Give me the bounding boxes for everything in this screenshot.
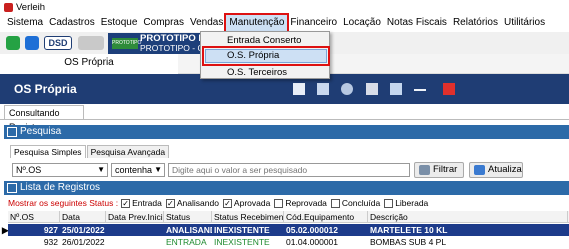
table-header: Nº.OS Data Data Prev.Inicio Status Statu…	[8, 211, 569, 223]
status-checkbox-concluida[interactable]: Concluída	[330, 198, 380, 208]
tab-pesquisa-avancada[interactable]: Pesquisa Avançada	[86, 145, 170, 158]
prototype-logo: PROTOTIPO	[112, 38, 141, 49]
cell-status: ENTRADA	[166, 237, 207, 247]
search-section-title: Pesquisa	[20, 126, 62, 137]
tab-pesquisa-simples[interactable]: Pesquisa Simples	[10, 145, 86, 158]
column-header-data[interactable]: Data	[60, 211, 106, 223]
menu-relatorios[interactable]: Relatórios	[450, 15, 501, 31]
status-checkbox-analisando[interactable]: ✓ Analisando	[165, 198, 219, 208]
column-header-status[interactable]: Status	[164, 211, 212, 223]
checkbox-icon	[330, 198, 340, 208]
menu-cadastros[interactable]: Cadastros	[46, 15, 98, 31]
status-checkbox-entrada[interactable]: ✓ Entrada	[121, 198, 162, 208]
filter-button-label: Filtrar	[433, 164, 458, 175]
chevron-down-icon: ▼	[154, 165, 162, 174]
list-section-title: Lista de Registros	[20, 182, 101, 193]
search-section-bar: Pesquisa	[4, 125, 569, 139]
table-row[interactable]: 932 26/01/2022 ENTRADA INEXISTENTE 01.04…	[8, 236, 569, 248]
search-tabs: Pesquisa Simples Pesquisa Avançada	[10, 145, 170, 158]
search-input[interactable]	[169, 164, 409, 176]
row-pointer-icon: ▶	[0, 224, 8, 236]
menu-compras[interactable]: Compras	[140, 15, 187, 31]
cell-descricao: MARTELETE 10 KL	[370, 225, 448, 235]
filter-button[interactable]: Filtrar	[414, 162, 464, 178]
table-row[interactable]: ▶ 927 25/01/2022 ANALISANDO INEXISTENTE …	[0, 224, 569, 236]
dropdown-item-entrada-conserto[interactable]: Entrada Conserto	[227, 35, 301, 46]
checkbox-checked-icon: ✓	[165, 198, 175, 208]
cell-data-prev	[106, 236, 164, 248]
search-input-box[interactable]	[168, 163, 410, 177]
checkbox-checked-icon: ✓	[121, 198, 131, 208]
edit-icon[interactable]	[317, 83, 329, 95]
status-checkbox-aprovada[interactable]: ✓ Aprovada	[222, 198, 270, 208]
copy-icon[interactable]	[390, 83, 402, 95]
search-operator-value: contenha	[115, 165, 153, 175]
search-section-icon	[7, 127, 17, 137]
app-icon	[4, 2, 13, 12]
status-filter-row: Mostrar os seguintes Status : ✓ Entrada ✓…	[8, 197, 432, 209]
cell-numero-os: 927	[43, 225, 58, 235]
title-bar: Verleih	[0, 0, 569, 14]
menu-icon[interactable]	[414, 89, 426, 91]
checkbox-icon	[274, 198, 284, 208]
cell-cod-equipamento: 01.04.000001	[286, 237, 338, 247]
whatsapp-icon[interactable]	[6, 36, 20, 50]
column-header-status-recebimento[interactable]: Status Recebimento	[212, 211, 284, 223]
chevron-down-icon: ▼	[97, 165, 105, 174]
view-icon[interactable]	[341, 83, 353, 95]
column-header-cod-equipamento[interactable]: Cód.Equipamento	[284, 211, 368, 223]
checkbox-checked-icon: ✓	[222, 198, 232, 208]
cell-data: 26/01/2022	[62, 237, 105, 247]
company-icon	[78, 36, 104, 50]
status-filter-label: Mostrar os seguintes Status :	[8, 198, 119, 208]
search-field-select[interactable]: Nº.OS ▼	[12, 163, 108, 177]
column-header-data-prev[interactable]: Data Prev.Inicio	[106, 211, 164, 223]
cell-data: 25/01/2022	[62, 225, 105, 235]
cell-cod-equipamento: 05.02.000012	[286, 225, 338, 235]
cell-data-prev	[106, 224, 164, 236]
tab-os-propria[interactable]: OS Própria	[0, 54, 178, 74]
status-checkbox-liberada[interactable]: Liberada	[384, 198, 428, 208]
delete-icon[interactable]	[366, 83, 378, 95]
menu-bar: Sistema Cadastros Estoque Compras Vendas…	[0, 13, 569, 33]
list-section-icon	[7, 183, 17, 193]
cell-status-recebimento: INEXISTENTE	[214, 237, 270, 247]
status-checkbox-reprovada[interactable]: Reprovada	[274, 198, 327, 208]
tab-consultando-registros[interactable]: Consultando Registros	[4, 105, 84, 132]
cell-numero-os: 932	[43, 237, 58, 247]
page-title: OS Própria	[14, 82, 77, 96]
dsd-logo-icon[interactable]: DSD	[44, 36, 72, 50]
column-header-descricao[interactable]: Descrição	[368, 211, 568, 223]
cell-descricao: BOMBAS SUB 4 PL	[370, 237, 447, 247]
menu-manutencao[interactable]: Manutenção	[224, 13, 290, 33]
refresh-button[interactable]: Atualiza	[469, 162, 523, 178]
window-title: Verleih	[16, 1, 46, 13]
checkbox-icon	[384, 198, 394, 208]
divider	[0, 119, 569, 120]
search-operator-select[interactable]: contenha ▼	[111, 163, 165, 177]
remote-access-icon[interactable]	[25, 36, 39, 50]
menu-estoque[interactable]: Estoque	[98, 15, 141, 31]
list-section-bar: Lista de Registros	[4, 181, 569, 195]
dropdown-item-os-terceiros[interactable]: O.S. Terceiros	[227, 67, 287, 78]
prototype-banner: PROTOTIPO PROTOTIPO PR PROTOTIPO - CNP	[108, 33, 215, 54]
search-field-value: Nº.OS	[16, 165, 42, 175]
menu-sistema[interactable]: Sistema	[4, 15, 46, 31]
filter-icon	[419, 165, 430, 175]
cell-status: ANALISANDO	[166, 225, 212, 235]
close-icon[interactable]	[443, 83, 455, 95]
menu-vendas[interactable]: Vendas	[187, 15, 226, 31]
new-icon[interactable]	[293, 83, 305, 95]
refresh-button-label: Atualiza	[488, 164, 522, 175]
refresh-icon	[474, 165, 485, 175]
menu-locacao[interactable]: Locação	[340, 15, 384, 31]
column-header-numero-os[interactable]: Nº.OS	[8, 211, 60, 223]
dropdown-item-os-propria[interactable]: O.S. Própria	[202, 46, 330, 66]
cell-status-recebimento: INEXISTENTE	[214, 225, 270, 235]
menu-notas-fiscais[interactable]: Notas Fiscais	[384, 15, 450, 31]
menu-utilitarios[interactable]: Utilitários	[501, 15, 548, 31]
menu-financeiro[interactable]: Financeiro	[287, 15, 340, 31]
manutencao-dropdown: Entrada Conserto O.S. Própria O.S. Terce…	[200, 31, 330, 79]
